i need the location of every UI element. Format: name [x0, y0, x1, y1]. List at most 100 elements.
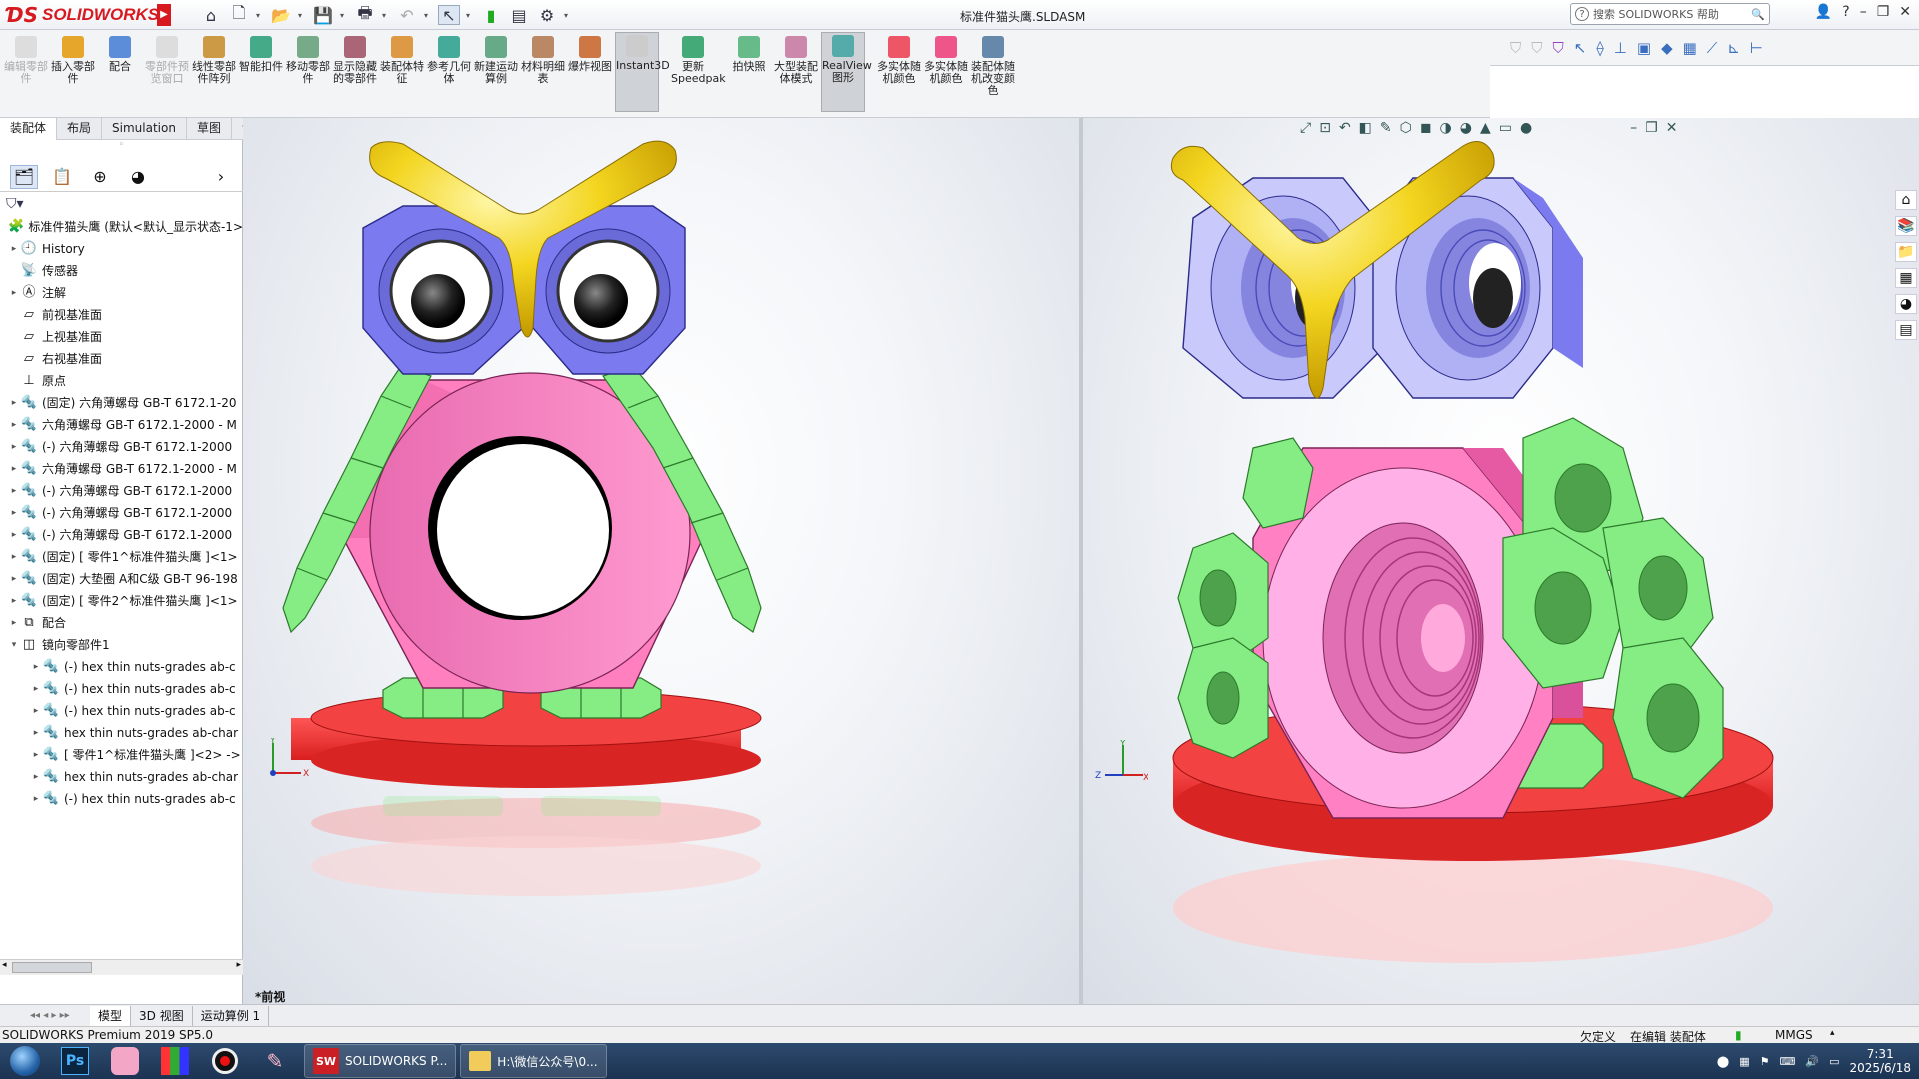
menu-expand-arrow[interactable]: ▶: [157, 4, 171, 26]
taskbar-solidworks[interactable]: SW SOLIDWORKS P...: [304, 1044, 457, 1078]
tree-item[interactable]: ▸ 🔩 (-) hex thin nuts-grades ab-c: [0, 700, 243, 722]
command-button-10[interactable]: 新建运动算例: [474, 34, 518, 85]
file-explorer-icon[interactable]: 📁: [1895, 242, 1917, 262]
previous-view-icon[interactable]: ↶: [1339, 120, 1351, 136]
filter-dimension-icon[interactable]: ⊾: [1727, 39, 1740, 57]
units-dropdown-icon[interactable]: ▴: [1830, 1028, 1835, 1038]
panel-grip[interactable]: ◦: [0, 140, 243, 162]
command-button-0[interactable]: 编辑零部件: [4, 34, 48, 85]
user-icon[interactable]: 👤: [1815, 4, 1832, 20]
filter-sketch-icon[interactable]: ⟋: [1707, 39, 1718, 57]
tray-flag-icon[interactable]: ⚑: [1760, 1055, 1770, 1068]
help-search-input[interactable]: ? 搜索 SOLIDWORKS 帮助 🔍: [1570, 3, 1770, 25]
options-gear-icon[interactable]: ⚙: [536, 5, 558, 25]
command-button-14[interactable]: 更新Speedpak: [671, 34, 726, 85]
undo-icon[interactable]: ↶: [396, 5, 418, 25]
tray-monitor-icon[interactable]: ▭: [1829, 1055, 1839, 1068]
tree-item[interactable]: ▸ 🔩 (固定) [ 零件2^标准件猫头鹰 ]<1>: [0, 590, 243, 612]
app-colorful-icon[interactable]: [150, 1043, 200, 1079]
scrollbar-thumb[interactable]: [12, 962, 92, 973]
filter-faces-icon[interactable]: ⛉: [1531, 39, 1542, 57]
filter-icon[interactable]: ⛉: [1510, 39, 1521, 57]
viewport-minimize-icon[interactable]: –: [1630, 120, 1637, 136]
dynamic-annotation-icon[interactable]: ✎: [1380, 120, 1392, 136]
feature-manager-tab-icon[interactable]: 🗂: [10, 164, 38, 189]
select-cursor-icon[interactable]: ↖: [1574, 39, 1587, 57]
expand-arrow-icon[interactable]: ▸: [8, 238, 20, 260]
tray-keyboard-icon[interactable]: ⌨: [1779, 1055, 1795, 1068]
filter-component-icon[interactable]: ▣: [1637, 39, 1651, 57]
tree-item[interactable]: ⊥ 原点: [0, 370, 243, 392]
tree-item[interactable]: ▸ 🔩 六角薄螺母 GB-T 6172.1-2000 - M: [0, 458, 243, 480]
expand-arrow-icon[interactable]: ▸: [8, 502, 20, 524]
filter-point-icon[interactable]: ⊥: [1614, 39, 1627, 57]
viewport-front[interactable]: Y X *前视: [243, 118, 1079, 1004]
expand-arrow-icon[interactable]: ▸: [30, 722, 42, 744]
clock[interactable]: 7:31 2025/6/18: [1849, 1047, 1911, 1075]
scroll-right-icon[interactable]: ▸: [236, 960, 241, 970]
rebuild-traffic-light-icon[interactable]: ▮: [480, 5, 502, 25]
dropdown-arrow-icon[interactable]: ▾: [466, 11, 474, 20]
expand-arrow-icon[interactable]: ▸: [8, 458, 20, 480]
tree-item[interactable]: ▸ 🔩 (-) hex thin nuts-grades ab-c: [0, 678, 243, 700]
units-selector[interactable]: MMGS: [1775, 1028, 1813, 1042]
tree-item[interactable]: ▸ 🔩 [ 零件1^标准件猫头鹰 ]<2> ->: [0, 744, 243, 766]
tree-item[interactable]: ▸ 🔩 (-) hex thin nuts-grades ab-c: [0, 788, 243, 810]
tree-item[interactable]: ▱ 前视基准面: [0, 304, 243, 326]
filter-origin-icon[interactable]: ⊢: [1750, 39, 1763, 57]
expand-arrow-icon[interactable]: ▸: [8, 282, 20, 304]
filter-vertex-icon[interactable]: ⟠: [1596, 39, 1603, 57]
tree-filter-icon[interactable]: ⛉▾: [6, 196, 24, 212]
tree-item[interactable]: ▸ 🔩 (-) hex thin nuts-grades ab-c: [0, 656, 243, 678]
tree-item[interactable]: ▸ ⧉ 配合: [0, 612, 243, 634]
restore-icon[interactable]: ❐: [1877, 4, 1890, 20]
tree-item[interactable]: ▸ 🔩 (固定) 大垫圈 A和C级 GB-T 96-198: [0, 568, 243, 590]
appearances-icon[interactable]: ◕: [1895, 294, 1917, 314]
expand-arrow-icon[interactable]: ▸: [8, 568, 20, 590]
command-button-6[interactable]: 移动零部件: [286, 34, 330, 85]
dropdown-arrow-icon[interactable]: ▾: [424, 11, 432, 20]
scroll-left-icon[interactable]: ◂: [2, 960, 7, 970]
viewport-close-icon[interactable]: ✕: [1666, 120, 1678, 136]
command-button-5[interactable]: 智能扣件: [239, 34, 283, 73]
command-button-16[interactable]: 大型装配体模式: [774, 34, 818, 85]
dropdown-arrow-icon[interactable]: ▾: [564, 11, 572, 20]
tree-item[interactable]: ▸ 🔩 (固定) 六角薄螺母 GB-T 6172.1-20: [0, 392, 243, 414]
dropdown-arrow-icon[interactable]: ▾: [382, 11, 390, 20]
tree-item[interactable]: ▸ 🔩 (固定) [ 零件1^标准件猫头鹰 ]<1>: [0, 546, 243, 568]
command-button-8[interactable]: 装配体特征: [380, 34, 424, 85]
expand-arrow-icon[interactable]: ▸: [8, 590, 20, 612]
save-icon[interactable]: 💾: [312, 5, 334, 25]
command-button-13[interactable]: Instant3D: [615, 32, 670, 112]
expand-arrow-icon[interactable]: ▸: [8, 546, 20, 568]
expand-arrow-icon[interactable]: ▸: [8, 612, 20, 634]
configuration-manager-tab-icon[interactable]: ⊕: [86, 165, 114, 189]
command-button-19[interactable]: 多实体随机颜色: [924, 34, 968, 85]
model-tab-1[interactable]: 3D 视图: [131, 1005, 193, 1026]
command-tab-2[interactable]: Simulation: [102, 118, 187, 140]
start-button[interactable]: [0, 1043, 50, 1079]
command-button-12[interactable]: 爆炸视图: [568, 34, 612, 73]
apply-scene-icon[interactable]: ▲: [1480, 120, 1491, 136]
command-button-9[interactable]: 参考几何体: [427, 34, 471, 85]
app-pink-icon[interactable]: [100, 1043, 150, 1079]
expand-arrow-icon[interactable]: ▸: [30, 700, 42, 722]
tray-volume-icon[interactable]: 🔊: [1805, 1055, 1819, 1068]
new-document-icon[interactable]: 🗋: [228, 3, 250, 25]
tree-item[interactable]: ▸ 🔩 六角薄螺母 GB-T 6172.1-2000 - M: [0, 414, 243, 436]
custom-properties-icon[interactable]: ▤: [1895, 320, 1917, 340]
expand-arrow-icon[interactable]: ▸: [30, 656, 42, 678]
tray-network-icon[interactable]: ▦: [1739, 1055, 1749, 1068]
viewport-restore-icon[interactable]: ❐: [1645, 120, 1658, 136]
dropdown-arrow-icon[interactable]: ▾: [256, 11, 264, 20]
view-orientation-icon[interactable]: ⬡: [1400, 120, 1412, 136]
tab-nav-arrows-icon[interactable]: ◂◂ ◂ ▸ ▸▸: [0, 1010, 90, 1021]
tree-item[interactable]: ▸ 🔩 (-) 六角薄螺母 GB-T 6172.1-2000: [0, 480, 243, 502]
filter-edges-icon[interactable]: ⛉: [1553, 39, 1564, 57]
model-tab-0[interactable]: 模型: [90, 1005, 132, 1026]
tree-item[interactable]: 🧩 标准件猫头鹰 (默认<默认_显示状态-1>: [0, 216, 243, 238]
hide-show-items-icon[interactable]: ◑: [1440, 120, 1452, 136]
expand-arrow-icon[interactable]: ▸: [8, 524, 20, 546]
paint-brush-icon[interactable]: ✎: [250, 1043, 300, 1079]
select-cursor-icon[interactable]: ↖: [438, 5, 460, 25]
